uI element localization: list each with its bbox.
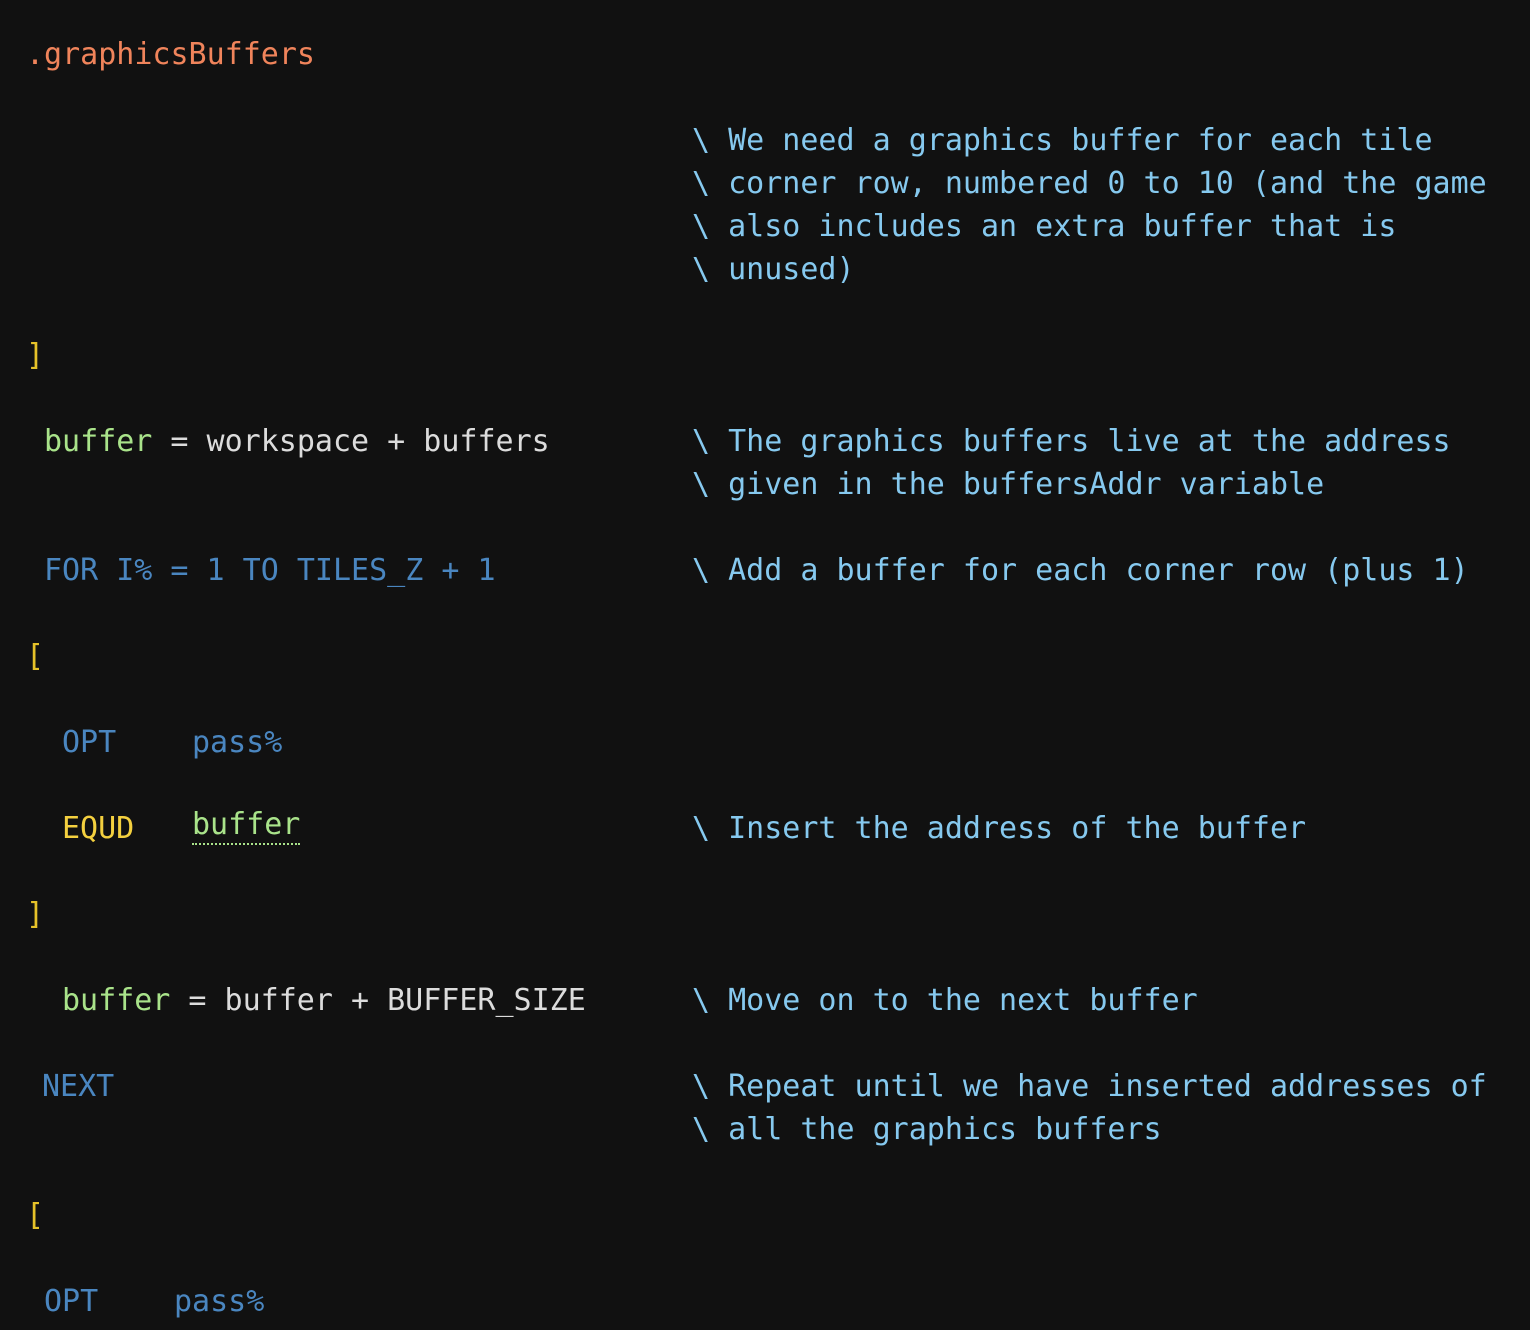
variable-buffer: buffer bbox=[44, 424, 153, 459]
variable-buffer: buffer bbox=[62, 983, 171, 1018]
opt-keyword: OPT bbox=[62, 725, 117, 760]
next-keyword: NEXT bbox=[42, 1069, 115, 1104]
comment-line: \ also includes an extra buffer that is bbox=[692, 209, 1397, 244]
close-bracket: ] bbox=[26, 338, 45, 373]
comment-line: \ all the graphics buffers bbox=[692, 1112, 1162, 1147]
close-bracket: ] bbox=[26, 897, 45, 932]
assignment-line: buffer = workspace + buffers bbox=[44, 420, 550, 463]
comment-line: \ given in the buffersAddr variable bbox=[692, 467, 1325, 502]
for-statement: FOR I% = 1 TO TILES_Z + 1 bbox=[44, 553, 496, 588]
opt-keyword: OPT bbox=[44, 1284, 99, 1319]
comment-line: \ corner row, numbered 0 to 10 (and the … bbox=[692, 166, 1487, 201]
comment-line: \ unused) bbox=[692, 252, 855, 287]
comment-line: \ Repeat until we have inserted addresse… bbox=[692, 1069, 1487, 1104]
open-bracket: [ bbox=[26, 1198, 45, 1233]
code-editor: .graphicsBuffers \ We need a graphics bu… bbox=[0, 0, 1530, 1330]
assignment-line: buffer = buffer + BUFFER_SIZE bbox=[62, 979, 586, 1022]
equd-keyword: EQUD bbox=[62, 811, 135, 846]
opt-argument: pass% bbox=[174, 1284, 265, 1319]
open-bracket: [ bbox=[26, 639, 45, 674]
assignment-expression: = buffer + BUFFER_SIZE bbox=[170, 983, 586, 1018]
label-graphics-buffers: .graphicsBuffers bbox=[26, 37, 315, 72]
comment-line: \ Add a buffer for each corner row (plus… bbox=[692, 553, 1469, 588]
comment-line: \ We need a graphics buffer for each til… bbox=[692, 123, 1433, 158]
comment-line: \ Insert the address of the buffer bbox=[692, 811, 1307, 846]
assignment-expression: = workspace + buffers bbox=[152, 424, 550, 459]
comment-line: \ Move on to the next buffer bbox=[692, 983, 1198, 1018]
comment-line: \ The graphics buffers live at the addre… bbox=[692, 424, 1451, 459]
equd-argument-buffer[interactable]: buffer bbox=[192, 807, 301, 845]
opt-argument: pass% bbox=[192, 725, 283, 760]
